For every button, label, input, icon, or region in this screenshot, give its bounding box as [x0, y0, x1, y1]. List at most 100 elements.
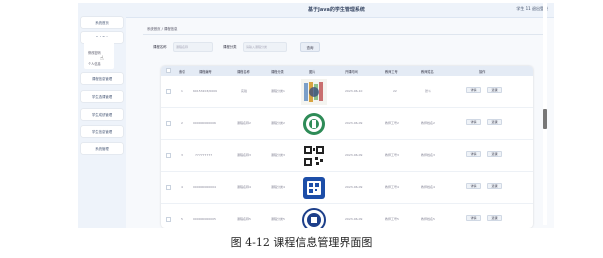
- cell-date: 2023-06-09: [345, 153, 363, 157]
- submenu-change-password[interactable]: 修改密码: [88, 50, 101, 55]
- detail-button[interactable]: 详情: [466, 151, 481, 157]
- course-no-label: 课程名称: [153, 45, 167, 49]
- detail-button[interactable]: 详情: [466, 87, 481, 93]
- row-checkbox[interactable]: [166, 217, 171, 222]
- cell-date: 2023-06-10: [345, 89, 363, 93]
- sidebar-item-label: 系统管理: [95, 147, 109, 151]
- cell-teacher-no: 教师工号5: [385, 217, 399, 221]
- select-course-button[interactable]: 选课: [487, 119, 502, 125]
- course-no-input[interactable]: 课程名称: [173, 42, 213, 52]
- cell-category: 课程分类4: [271, 185, 285, 189]
- cell-teacher-no: 教师工号2: [385, 121, 399, 125]
- row-checkbox[interactable]: [166, 121, 171, 126]
- breadcrumb: 系统首页 / 课程信息: [147, 26, 177, 31]
- search-bar: 课程名称 课程名称 课程分类 请输入课程分类 查询: [153, 42, 453, 52]
- cell-index: 3: [181, 153, 183, 157]
- submenu-personal-info[interactable]: 个人信息: [88, 61, 101, 66]
- row-checkbox[interactable]: [166, 153, 171, 158]
- cell-course-no: 000000000006: [193, 121, 216, 125]
- col-teacher-no: 教师工号: [385, 70, 398, 74]
- cell-teacher-no: 教师工号3: [385, 153, 399, 157]
- app-title: 基于Java的学生管理系统: [308, 7, 365, 13]
- cell-date: 2023-06-09: [345, 121, 363, 125]
- table-row: 5 000000000005 课程名称5 课程分类5 2023-06-09 教师…: [161, 204, 533, 228]
- cell-teacher-name: 教师姓名5: [421, 217, 435, 221]
- sidebar-item-students[interactable]: 学生信息管理: [81, 126, 123, 137]
- sidebar-item-system[interactable]: 系统管理: [81, 143, 123, 154]
- select-course-button[interactable]: 选课: [487, 151, 502, 157]
- cell-teacher-name: 张斗: [425, 89, 432, 93]
- breadcrumb-current: 课程信息: [163, 27, 178, 31]
- row-checkbox[interactable]: [166, 185, 171, 190]
- course-image-thumbnail: [301, 79, 327, 105]
- sidebar: 系统首页 个人中心 修改密码 个人信息 ☝ 课程信息管理 学生选课管理 学生成绩…: [78, 3, 126, 228]
- sidebar-item-home[interactable]: 系统首页: [81, 17, 123, 28]
- select-course-button[interactable]: 选课: [487, 215, 502, 221]
- sidebar-item-label: 学生信息管理: [91, 130, 113, 134]
- breadcrumb-home[interactable]: 系统首页: [147, 27, 161, 31]
- cell-course-no: 000000000004: [193, 185, 216, 189]
- sidebar-item-label: 系统首页: [95, 21, 109, 25]
- table-row: 1 60153203/0009 实验 课程分类1 2023-06-10 22 张…: [161, 76, 533, 108]
- sidebar-item-label: 学生成绩管理: [91, 113, 113, 117]
- course-table: 索引 课程编号 课程名称 课程分类 图片 开课时间 教师工号 教师姓名 操作 1…: [161, 66, 533, 228]
- cell-category: 课程分类1: [271, 89, 285, 93]
- detail-button[interactable]: 详情: [466, 183, 481, 189]
- course-image-thumbnail: [301, 111, 327, 137]
- cell-category: 课程分类2: [271, 121, 285, 125]
- cell-date: 2023-06-09: [345, 185, 363, 189]
- col-teacher-name: 教师姓名: [421, 70, 434, 74]
- course-image-thumbnail: [301, 175, 327, 201]
- top-bar: 基于Java的学生管理系统 学生 11 退出登录: [78, 3, 554, 18]
- cell-category: 课程分类3: [271, 153, 285, 157]
- col-course-no: 课程编号: [199, 70, 212, 74]
- detail-button[interactable]: 详情: [466, 119, 481, 125]
- select-course-button[interactable]: 选课: [487, 183, 502, 189]
- sidebar-item-label: 课程信息管理: [91, 77, 113, 81]
- search-button[interactable]: 查询: [300, 42, 320, 52]
- cell-date: 2023-06-09: [345, 217, 363, 221]
- table-row: 2 000000000006 课程名称2 课程分类2 2023-06-09 教师…: [161, 108, 533, 140]
- main-content: 系统首页 / 课程信息 课程名称 课程名称 课程分类 请输入课程分类 查询 索引…: [143, 18, 547, 228]
- course-name-input[interactable]: 请输入课程分类: [243, 42, 287, 52]
- cell-index: 5: [181, 217, 183, 221]
- cell-course-no: 000000000005: [193, 217, 216, 221]
- table-row: 4 000000000004 课程名称4 课程分类4 2023-06-09 教师…: [161, 172, 533, 204]
- table-header: 索引 课程编号 课程名称 课程分类 图片 开课时间 教师工号 教师姓名 操作: [161, 66, 533, 76]
- col-course-name: 课程名称: [237, 70, 250, 74]
- select-course-button[interactable]: 选课: [487, 87, 502, 93]
- cell-index: 4: [181, 185, 183, 189]
- col-actions: 操作: [479, 70, 486, 74]
- page-scrollbar-thumb[interactable]: [543, 109, 547, 129]
- cell-course-name: 课程名称4: [237, 185, 251, 189]
- cell-course-name: 课程名称3: [237, 153, 251, 157]
- col-image: 图片: [309, 70, 316, 74]
- cell-category: 课程分类5: [271, 217, 285, 221]
- app-screen: 基于Java的学生管理系统 学生 11 退出登录 系统首页 个人中心 修改密码 …: [78, 3, 554, 228]
- cell-course-name: 实验: [241, 89, 248, 93]
- hand-cursor-icon: ☝: [100, 55, 104, 62]
- cell-course-no: 60153203/0009: [193, 89, 217, 93]
- row-checkbox[interactable]: [166, 89, 171, 94]
- cell-course-name: 课程名称5: [237, 217, 251, 221]
- sidebar-item-course-info[interactable]: 课程信息管理: [81, 73, 123, 84]
- table-row: 3 777777777 课程名称3 课程分类3 2023-06-09 教师工号3…: [161, 140, 533, 172]
- cell-index: 1: [181, 89, 183, 93]
- cell-teacher-no: 22: [393, 89, 397, 93]
- col-index: 索引: [179, 70, 186, 74]
- cell-teacher-no: 教师工号4: [385, 185, 399, 189]
- cell-index: 2: [181, 121, 183, 125]
- divider: [143, 34, 547, 35]
- course-image-thumbnail: [301, 143, 327, 169]
- select-all-checkbox[interactable]: [166, 68, 171, 73]
- profile-submenu: 修改密码 个人信息: [84, 37, 114, 69]
- course-image-thumbnail: [301, 207, 327, 228]
- cell-course-name: 课程名称2: [237, 121, 251, 125]
- cell-course-no: 777777777: [195, 153, 213, 157]
- detail-button[interactable]: 详情: [466, 215, 481, 221]
- sidebar-item-label: 学生选课管理: [91, 95, 113, 99]
- sidebar-item-course-selection[interactable]: 学生选课管理: [81, 91, 123, 102]
- cell-teacher-name: 教师姓名4: [421, 185, 435, 189]
- sidebar-item-grades[interactable]: 学生成绩管理: [81, 109, 123, 120]
- cell-teacher-name: 教师姓名3: [421, 153, 435, 157]
